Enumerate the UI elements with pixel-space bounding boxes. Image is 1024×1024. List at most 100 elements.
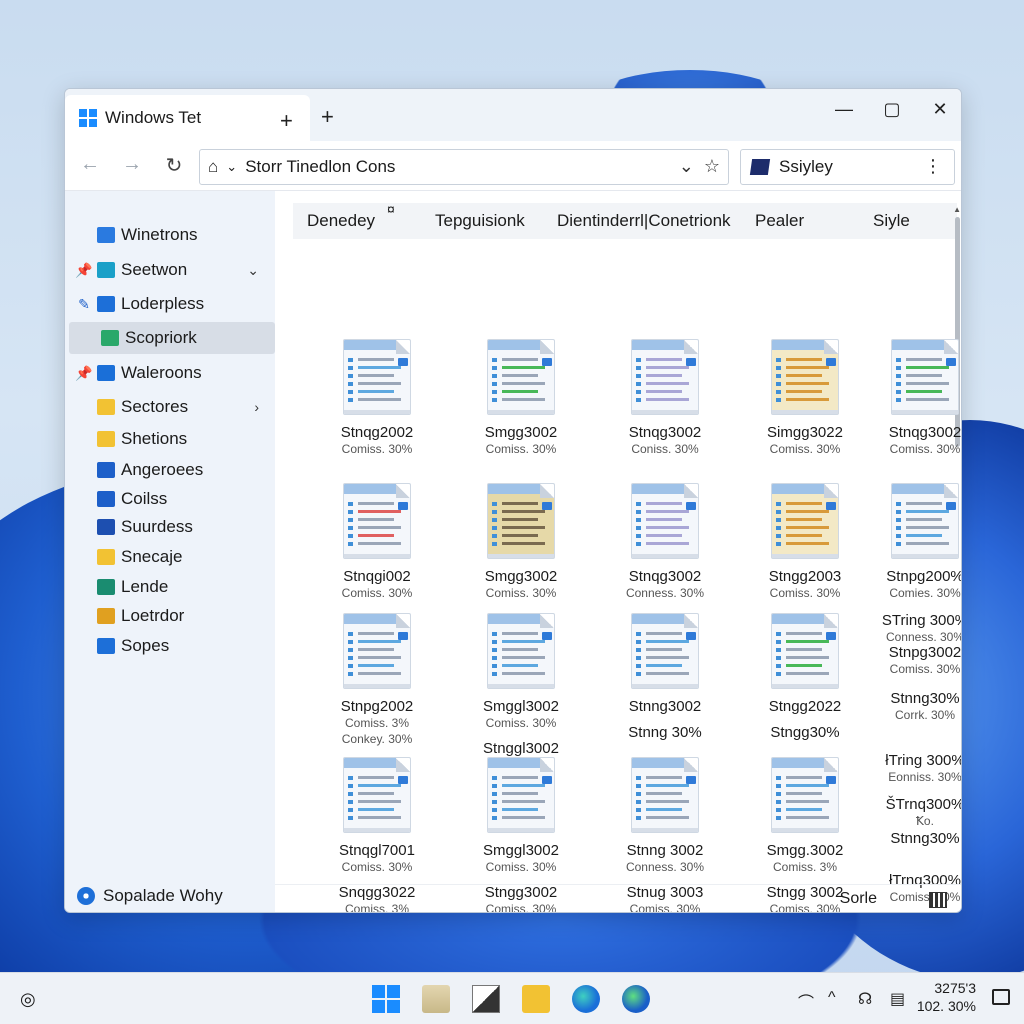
file-meta: Comiss. 3%	[344, 716, 409, 730]
file-item[interactable]: Stnqgi002 Comiss. 30%	[317, 483, 437, 601]
sidebar-item-waleroons[interactable]: 📌 Waleroons	[65, 357, 271, 389]
tray-chevron-up-icon[interactable]: ^	[828, 989, 836, 1007]
minimize-button[interactable]: —	[829, 99, 859, 120]
sidebar-item-label: Waleroons	[121, 363, 202, 382]
sidebar-item-angeroees[interactable]: Angeroees	[65, 454, 271, 486]
file-item[interactable]: Stnqg3002 Coniss. 30%	[605, 339, 725, 457]
file-name: Stnng30%	[890, 830, 960, 847]
tab-close-button[interactable]: +	[280, 108, 293, 134]
details-view-icon[interactable]	[929, 892, 947, 908]
sidebar-item-label: Seetwon	[121, 260, 188, 279]
header-marker-icon: ¤	[387, 201, 395, 217]
file-item[interactable]: Stnqg3002 Comiss. 30%	[865, 339, 961, 457]
refresh-button[interactable]: ↻	[161, 153, 187, 178]
tray-wave-icon[interactable]: ⌒	[798, 989, 814, 1013]
sidebar-item-winetrons[interactable]: Winetrons	[65, 219, 271, 251]
sidebar-item-label: Sopes	[121, 636, 170, 655]
file-meta: Comiss. 30%	[889, 662, 961, 676]
sidebar-item-suurdess[interactable]: Suurdess	[65, 511, 271, 543]
widgets-icon[interactable]: ◎	[20, 989, 48, 1017]
file-item[interactable]: Stngg2022 Stngg30%	[745, 613, 865, 741]
edge-browser-icon[interactable]	[622, 985, 650, 1013]
sidebar-item-sopes[interactable]: Sopes	[65, 630, 271, 662]
file-name: Stnng 3002	[626, 842, 704, 859]
file-name: Stnng30%	[890, 690, 960, 707]
chevron-down-icon[interactable]: ⌄	[226, 159, 237, 175]
file-item[interactable]: Stnng3002 Stnng 30%	[605, 613, 725, 741]
notifications-icon[interactable]	[992, 989, 1010, 1005]
column-header-2[interactable]: Tepguisionk	[435, 211, 525, 231]
file-item[interactable]: STring 300% Conness. 30%	[865, 612, 962, 645]
network-icon[interactable]: ☊	[858, 989, 872, 1009]
file-explorer-icon[interactable]	[422, 985, 450, 1013]
file-item[interactable]: Stngg2003 Comiss. 30%	[745, 483, 865, 601]
file-item[interactable]: Stnqg3002 Conness. 30%	[605, 483, 725, 601]
document-thumbnail-icon	[343, 339, 411, 415]
title-bar: Windows Tet + + — ▢ ✕	[65, 89, 961, 141]
favorite-star-icon[interactable]: ⌄ ☆	[679, 156, 720, 177]
file-name: Stngg30%	[770, 724, 840, 741]
file-item[interactable]: Stnng30%	[865, 830, 961, 847]
file-name: STring 300%	[881, 612, 962, 629]
file-item[interactable]: Smgg3002 Comiss. 30%	[461, 339, 581, 457]
back-button[interactable]: ←	[77, 153, 103, 176]
file-item[interactable]: ŠTrnq300% Ꝁo.	[865, 797, 961, 829]
file-name: Stnng 30%	[628, 724, 702, 741]
sidebar-footer[interactable]: Sopalade Wohy	[77, 886, 223, 906]
edge-browser-icon[interactable]	[572, 985, 600, 1013]
file-meta: Comiss. 30%	[485, 586, 557, 600]
document-thumbnail-icon	[343, 757, 411, 833]
expand-chevron-icon[interactable]: ⌄	[247, 262, 259, 279]
document-thumbnail-icon	[487, 339, 555, 415]
column-header-1[interactable]: Denedey	[307, 211, 375, 231]
column-header-4[interactable]: Pealer	[755, 211, 804, 231]
file-name: Stnqgl7001	[339, 842, 415, 859]
sidebar-item-scopriork[interactable]: Scopriork	[69, 322, 275, 354]
file-meta: Comiss. 3%	[772, 860, 837, 874]
expand-chevron-icon[interactable]: ›	[254, 399, 259, 415]
sidebar-item-label: Loetrdor	[121, 606, 185, 625]
file-item[interactable]: Smgg3002 Comiss. 30%	[461, 483, 581, 601]
store-icon[interactable]	[472, 985, 500, 1013]
file-item[interactable]: Stnpg200% Comies. 30%	[865, 483, 961, 601]
file-meta: Comies. 30%	[889, 586, 961, 600]
sidebar-item-lende[interactable]: Lende	[65, 571, 271, 603]
sidebar-item-shetions[interactable]: Shetions	[65, 423, 271, 455]
folder-icon[interactable]	[522, 985, 550, 1013]
file-meta: Eonniss. 30%	[888, 770, 962, 784]
search-input[interactable]: Ssiyley ⋮	[740, 149, 955, 185]
sidebar-item-label: Shetions	[121, 429, 188, 448]
start-button-icon[interactable]	[372, 985, 400, 1013]
sidebar-item-loetrdor[interactable]: Loetrdor	[65, 600, 271, 632]
file-name: Smgg3002	[484, 568, 558, 585]
forward-button[interactable]: →	[119, 153, 145, 176]
home-icon: ⌂	[208, 157, 219, 176]
column-header-5[interactable]: Siyle	[873, 211, 910, 231]
file-item[interactable]: Stnpg2002 Comiss. 3% Conkey. 30%	[317, 613, 437, 747]
document-thumbnail-icon	[771, 613, 839, 689]
maximize-button[interactable]: ▢	[877, 99, 907, 120]
sidebar-item-sectores[interactable]: Sectores ›	[65, 391, 271, 423]
file-item[interactable]: łTring 300% Eonniss. 30%	[865, 753, 962, 785]
file-item[interactable]: Stnqg2002 Comiss. 30%	[317, 339, 437, 457]
sidebar-item-seetwon[interactable]: 📌 Seetwon ⌄	[65, 254, 271, 286]
window-tab[interactable]: Windows Tet +	[65, 95, 310, 141]
new-tab-button[interactable]: +	[321, 104, 334, 130]
file-item[interactable]: Simgg3022 Comiss. 30%	[745, 339, 865, 457]
sort-button[interactable]: Sorle	[840, 890, 877, 908]
file-item[interactable]: Smggl3002 Comiss. 30% Stnggl3002	[461, 613, 581, 757]
sidebar-item-label: Angeroees	[121, 460, 204, 479]
scroll-up-arrow-icon[interactable]: ▲	[953, 205, 961, 214]
battery-icon[interactable]: ▤	[890, 989, 905, 1009]
more-options-icon[interactable]: ⋮	[924, 156, 942, 177]
close-button[interactable]: ✕	[925, 99, 955, 120]
file-item[interactable]: Stnng30% Corrk. 30%	[865, 690, 961, 723]
sidebar-item-loderpless[interactable]: ✎ Loderpless	[65, 288, 271, 320]
folder-icon	[97, 579, 115, 595]
file-meta: Comiss. 30%	[485, 442, 557, 456]
file-item[interactable]: Stnpg3002 Comiss. 30%	[865, 645, 961, 677]
path-field[interactable]: ⌂ ⌄ Storr Tinedlon Cons ⌄ ☆	[199, 149, 729, 185]
column-header-3[interactable]: Dientinderrl|Conetrionk	[557, 211, 731, 231]
system-clock[interactable]: 3275'3 102. 30%	[917, 979, 976, 1015]
sidebar-item-snecaje[interactable]: Snecaje	[65, 541, 271, 573]
